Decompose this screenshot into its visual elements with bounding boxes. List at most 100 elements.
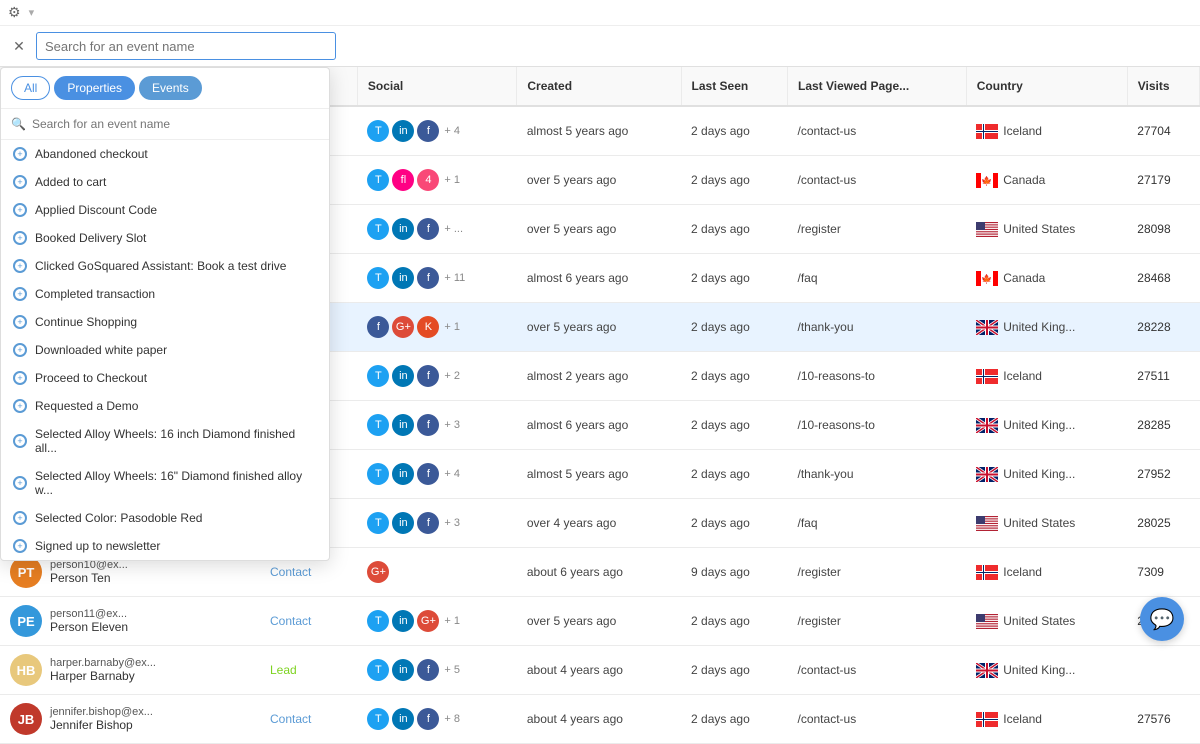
created-cell: over 5 years ago bbox=[517, 303, 681, 352]
facebook-icon: f bbox=[417, 120, 439, 142]
country-name: United States bbox=[1003, 516, 1075, 530]
settings-icon[interactable]: ⚙ bbox=[8, 4, 21, 21]
table-row[interactable]: PE person11@ex... Person Eleven Contact … bbox=[0, 597, 1200, 646]
last-page-cell: /register bbox=[788, 548, 967, 597]
country-flag bbox=[976, 614, 998, 629]
dropdown-item-label: Abandoned checkout bbox=[35, 147, 148, 161]
country-name: United King... bbox=[1003, 320, 1075, 334]
linkedin-icon: in bbox=[392, 512, 414, 534]
plus-circle-icon: + bbox=[13, 434, 27, 448]
dropdown-list-item[interactable]: + Requested a Demo bbox=[1, 392, 329, 420]
last-seen-cell: 2 days ago bbox=[681, 646, 787, 695]
tab-all[interactable]: All bbox=[11, 76, 50, 100]
country-flag bbox=[976, 467, 998, 482]
last-page-cell: /thank-you bbox=[788, 303, 967, 352]
dropdown-list-item[interactable]: + Downloaded white paper bbox=[1, 336, 329, 364]
tab-events[interactable]: Events bbox=[139, 76, 202, 100]
twitter-icon: T bbox=[367, 708, 389, 730]
dropdown-list-item[interactable]: + Selected Color: Pasodoble Red bbox=[1, 504, 329, 532]
dropdown-list-item[interactable]: + Booked Delivery Slot bbox=[1, 224, 329, 252]
dropdown-item-label: Clicked GoSquared Assistant: Book a test… bbox=[35, 259, 286, 273]
status-badge: Lead bbox=[270, 663, 297, 677]
chat-widget[interactable]: 💬 bbox=[1140, 597, 1184, 641]
user-name: Harper Barnaby bbox=[50, 669, 156, 683]
dropdown-search-icon: 🔍 bbox=[11, 117, 26, 131]
dropdown-list-item[interactable]: + Signed up to newsletter bbox=[1, 532, 329, 560]
social-cell: Tinf+ 4 bbox=[357, 450, 516, 499]
flickr-icon: fl bbox=[392, 169, 414, 191]
dropdown-list-item[interactable]: + Selected Alloy Wheels: 16" Diamond fin… bbox=[1, 462, 329, 504]
dropdown-list-item[interactable]: + Proceed to Checkout bbox=[1, 364, 329, 392]
dropdown-list-item[interactable]: + Completed transaction bbox=[1, 280, 329, 308]
created-cell: almost 6 years ago bbox=[517, 254, 681, 303]
social-more-count: + 2 bbox=[444, 370, 460, 382]
last-page-cell: /thank-you bbox=[788, 450, 967, 499]
social-cell: Tinf+ 5 bbox=[357, 646, 516, 695]
last-seen-cell: 2 days ago bbox=[681, 303, 787, 352]
search-input[interactable] bbox=[36, 32, 336, 60]
social-icons-group: Tinf+ ... bbox=[367, 218, 506, 240]
social-icons-group: G+ bbox=[367, 561, 506, 583]
table-row[interactable]: HB harper.barnaby@ex... Harper Barnaby L… bbox=[0, 646, 1200, 695]
dropdown-search-input[interactable] bbox=[32, 117, 319, 131]
linkedin-icon: in bbox=[392, 610, 414, 632]
dropdown-list-item[interactable]: + Applied Discount Code bbox=[1, 196, 329, 224]
country-cell: United States bbox=[966, 597, 1127, 646]
event-filter-dropdown: All Properties Events 🔍 + Abandoned chec… bbox=[0, 67, 330, 561]
country-cell: 🍁 Canada bbox=[966, 254, 1127, 303]
social-cell: Tinf+ 8 bbox=[357, 695, 516, 744]
country-flag bbox=[976, 712, 998, 727]
visits-cell: 27704 bbox=[1127, 106, 1199, 156]
dropdown-item-label: Booked Delivery Slot bbox=[35, 231, 146, 245]
tab-properties[interactable]: Properties bbox=[54, 76, 135, 100]
dropdown-list-item[interactable]: + Abandoned checkout bbox=[1, 140, 329, 168]
social-more-count: + ... bbox=[444, 223, 463, 235]
dropdown-list-item[interactable]: + Added to cart bbox=[1, 168, 329, 196]
social-icons-group: TinG++ 1 bbox=[367, 610, 506, 632]
linkedin-icon: in bbox=[392, 463, 414, 485]
twitter-icon: T bbox=[367, 659, 389, 681]
foursquare-icon: 4 bbox=[417, 169, 439, 191]
country-flag bbox=[976, 516, 998, 531]
dropdown-list-item[interactable]: + Clicked GoSquared Assistant: Book a te… bbox=[1, 252, 329, 280]
social-cell: Tinf+ 4 bbox=[357, 106, 516, 156]
svg-text:🍁: 🍁 bbox=[982, 175, 993, 186]
created-cell: about 4 years ago bbox=[517, 695, 681, 744]
country-cell: United States bbox=[966, 205, 1127, 254]
googleplus-icon: G+ bbox=[417, 610, 439, 632]
twitter-icon: T bbox=[367, 512, 389, 534]
visits-cell: 28285 bbox=[1127, 401, 1199, 450]
dropdown-item-label: Signed up to newsletter bbox=[35, 539, 160, 553]
col-last-viewed: Last Viewed Page... bbox=[788, 67, 967, 106]
dropdown-search-row: 🔍 bbox=[1, 109, 329, 140]
facebook-icon: f bbox=[417, 218, 439, 240]
social-more-count: + 1 bbox=[444, 321, 460, 333]
plus-circle-icon: + bbox=[13, 231, 27, 245]
linkedin-icon: in bbox=[392, 708, 414, 730]
dropdown-item-label: Applied Discount Code bbox=[35, 203, 157, 217]
social-cell: TinG++ 1 bbox=[357, 597, 516, 646]
last-seen-cell: 9 days ago bbox=[681, 548, 787, 597]
social-more-count: + 4 bbox=[444, 125, 460, 137]
country-cell: United King... bbox=[966, 450, 1127, 499]
dropdown-list-item[interactable]: + Selected Alloy Wheels: 16 inch Diamond… bbox=[1, 420, 329, 462]
dropdown-item-label: Continue Shopping bbox=[35, 315, 137, 329]
search-close-button[interactable]: ✕ bbox=[8, 35, 30, 57]
dropdown-item-label: Added to cart bbox=[35, 175, 106, 189]
table-row[interactable]: JB jennifer.bishop@ex... Jennifer Bishop… bbox=[0, 695, 1200, 744]
last-page-cell: /contact-us bbox=[788, 646, 967, 695]
status-badge: Contact bbox=[270, 712, 311, 726]
social-icons-group: Tinf+ 11 bbox=[367, 267, 506, 289]
dropdown-list: + Abandoned checkout + Added to cart + A… bbox=[1, 140, 329, 560]
facebook-icon: f bbox=[417, 659, 439, 681]
table-wrapper: All Properties Events 🔍 + Abandoned chec… bbox=[0, 67, 1200, 744]
plus-circle-icon: + bbox=[13, 287, 27, 301]
dropdown-list-item[interactable]: + Continue Shopping bbox=[1, 308, 329, 336]
avatar: HB bbox=[10, 654, 42, 686]
country-cell: United King... bbox=[966, 303, 1127, 352]
social-more-count: + 5 bbox=[444, 664, 460, 676]
user-email: harper.barnaby@ex... bbox=[50, 657, 156, 669]
user-info: jennifer.bishop@ex... Jennifer Bishop bbox=[50, 706, 153, 732]
last-page-cell: /faq bbox=[788, 254, 967, 303]
linkedin-icon: in bbox=[392, 120, 414, 142]
